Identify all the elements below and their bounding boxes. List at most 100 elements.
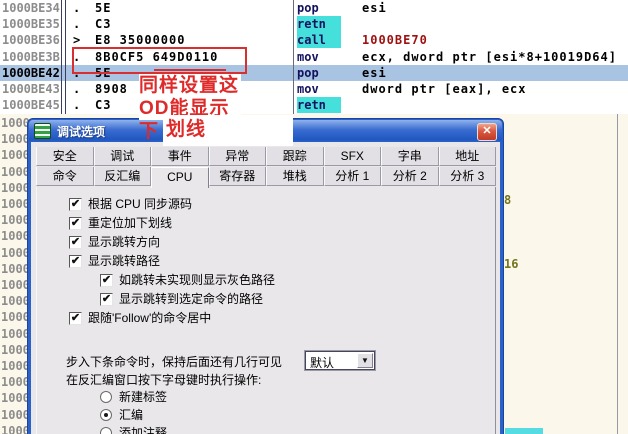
checkbox-label: 如跳转未实现则显示灰色路径 — [119, 273, 276, 287]
mnemonic-cell: mov — [297, 82, 319, 96]
checkbox-label: 重定位加下划线 — [88, 216, 173, 230]
tab-事件[interactable]: 事件 — [151, 147, 209, 166]
checkbox[interactable]: ✔ — [69, 198, 82, 211]
prefix-cell: > — [73, 33, 81, 48]
partial-address: 1000 — [1, 375, 30, 390]
partial-address: 1000 — [1, 132, 30, 147]
tab-分析-1[interactable]: 分析 1 — [323, 167, 381, 186]
red-underline-annotation — [154, 69, 226, 71]
radio-button[interactable] — [100, 409, 112, 421]
mnemonic-cell: retn — [297, 97, 341, 114]
disasm-row[interactable]: 1000BE45. C3 retn — [0, 97, 628, 114]
annotation-line: 同样设置这 — [139, 75, 240, 96]
partial-address: 1000 — [1, 423, 30, 434]
disasm-row[interactable]: 1000BE34. 5E pop esi — [0, 0, 628, 16]
checkbox[interactable]: ✔ — [69, 217, 82, 230]
bytes-cell: C3 — [95, 17, 112, 32]
occluded-value: 8 — [504, 193, 512, 207]
partial-address: 1000 — [1, 342, 30, 357]
visible-lines-dropdown[interactable]: 默认 ▼ — [305, 351, 375, 370]
radio-label: 添加注释 — [119, 426, 168, 434]
tab-分析-3[interactable]: 分析 3 — [438, 167, 496, 186]
checkbox[interactable]: ✔ — [69, 312, 82, 325]
partial-address: 1000 — [1, 164, 30, 179]
tab-sfx[interactable]: SFX — [323, 147, 381, 166]
partial-address: 1000 — [1, 261, 30, 276]
mnemonic-cell: retn — [297, 16, 341, 33]
close-button[interactable]: ✕ — [477, 123, 497, 141]
occluded-value: 16 — [504, 257, 519, 271]
check-icon: ✔ — [70, 198, 81, 210]
address-cell: 1000BE35 — [2, 17, 60, 32]
chevron-down-icon[interactable]: ▼ — [357, 353, 373, 368]
prefix-cell: . — [73, 82, 81, 96]
partial-address: 1000 — [1, 310, 30, 325]
bytes-cell: 5E — [95, 1, 112, 15]
dialog-title: 调试选项 — [57, 124, 106, 139]
operands-cell: dword ptr [eax], ecx — [362, 82, 527, 96]
radio-label: 汇编 — [119, 408, 144, 422]
tab-命令[interactable]: 命令 — [36, 167, 94, 186]
keypress-section-label: 在反汇编窗口按下字母键时执行操作: — [66, 373, 262, 387]
tab-cpu[interactable]: CPU — [151, 167, 209, 188]
partial-address: 1000 — [1, 197, 30, 211]
operands-cell: esi — [362, 65, 387, 80]
tab-堆栈[interactable]: 堆栈 — [266, 167, 324, 186]
tab-panel-edge — [36, 187, 37, 434]
tab-row-1: 安全 调试 事件 异常 跟踪 SFX 字串 地址 — [36, 147, 496, 167]
tab-安全[interactable]: 安全 — [36, 147, 94, 166]
checkbox[interactable]: ✔ — [100, 293, 113, 306]
annotation-note: 划线 — [163, 115, 293, 146]
mnemonic-cell: mov — [297, 49, 319, 64]
disasm-row[interactable]: 1000BE35. C3 retn — [0, 16, 628, 33]
tab-异常[interactable]: 异常 — [208, 147, 266, 166]
bytes-cell: C3 — [95, 98, 112, 113]
partial-address: 1000 — [1, 229, 30, 244]
checkbox-label: 显示跳转路径 — [88, 254, 161, 268]
annotation-note: 同样设置这 OD能显示下 — [139, 74, 241, 142]
dropdown-value: 默认 — [310, 356, 335, 370]
partial-address: 1000 — [1, 407, 30, 422]
tab-寄存器[interactable]: 寄存器 — [208, 167, 266, 186]
address-cell: 1000BE45 — [2, 98, 60, 113]
prefix-cell: . — [73, 1, 81, 15]
tab-调试[interactable]: 调试 — [93, 147, 151, 166]
annotation-line: 划线 — [166, 119, 207, 140]
partial-address: 1000 — [1, 359, 30, 373]
prefix-cell: . — [73, 98, 81, 113]
disasm-row[interactable]: 1000BE43. 8908 mov dword ptr [eax], ecx — [0, 81, 628, 97]
bytes-cell: 8908 — [95, 82, 128, 96]
debug-options-dialog: 调试选项 ✕ 安全 调试 事件 异常 跟踪 SFX 字串 地址 命令 反汇编 CPU 寄存器 堆栈 分析… — [28, 119, 503, 434]
checkbox[interactable]: ✔ — [69, 255, 82, 268]
address-cell: 1000BE3B — [2, 49, 60, 64]
column-separator — [293, 0, 294, 114]
ollydbg-screen: 1000BE34. 5E pop esi 1000BE35. C3 retn 1000BE36… — [0, 0, 628, 434]
radio-label: 新建标签 — [119, 390, 168, 404]
check-icon: ✔ — [101, 293, 112, 305]
partial-address: 1000 — [1, 180, 30, 195]
checkbox[interactable]: ✔ — [100, 274, 113, 287]
options-icon — [34, 123, 51, 139]
tab-字串[interactable]: 字串 — [381, 147, 439, 166]
radio-button[interactable] — [100, 427, 112, 434]
highlighted-instruction-fragment — [505, 428, 543, 434]
tab-地址[interactable]: 地址 — [438, 147, 496, 166]
tab-row-2: 命令 反汇编 CPU 寄存器 堆栈 分析 1 分析 2 分析 3 — [36, 167, 496, 188]
radio-button[interactable] — [100, 391, 112, 403]
tab-反汇编[interactable]: 反汇编 — [93, 167, 151, 186]
prefix-cell: . — [73, 17, 81, 32]
partial-address: 1000 — [1, 148, 30, 163]
tab-分析-2[interactable]: 分析 2 — [381, 167, 439, 186]
tab-跟踪[interactable]: 跟踪 — [266, 147, 324, 166]
checkbox[interactable]: ✔ — [69, 236, 82, 249]
column-separator — [61, 0, 62, 114]
partial-address: 1000 — [1, 116, 30, 130]
check-icon: ✔ — [70, 236, 81, 248]
check-icon: ✔ — [70, 312, 81, 324]
mnemonic-cell: pop — [297, 65, 319, 80]
column-separator — [65, 0, 66, 114]
partial-address: 1000 — [1, 213, 30, 228]
operands-cell: 1000BE70 — [362, 33, 428, 48]
stepping-label: 步入下条命令时，保持后面还有几行可见 — [66, 355, 283, 369]
address-cell: 1000BE36 — [2, 33, 60, 48]
